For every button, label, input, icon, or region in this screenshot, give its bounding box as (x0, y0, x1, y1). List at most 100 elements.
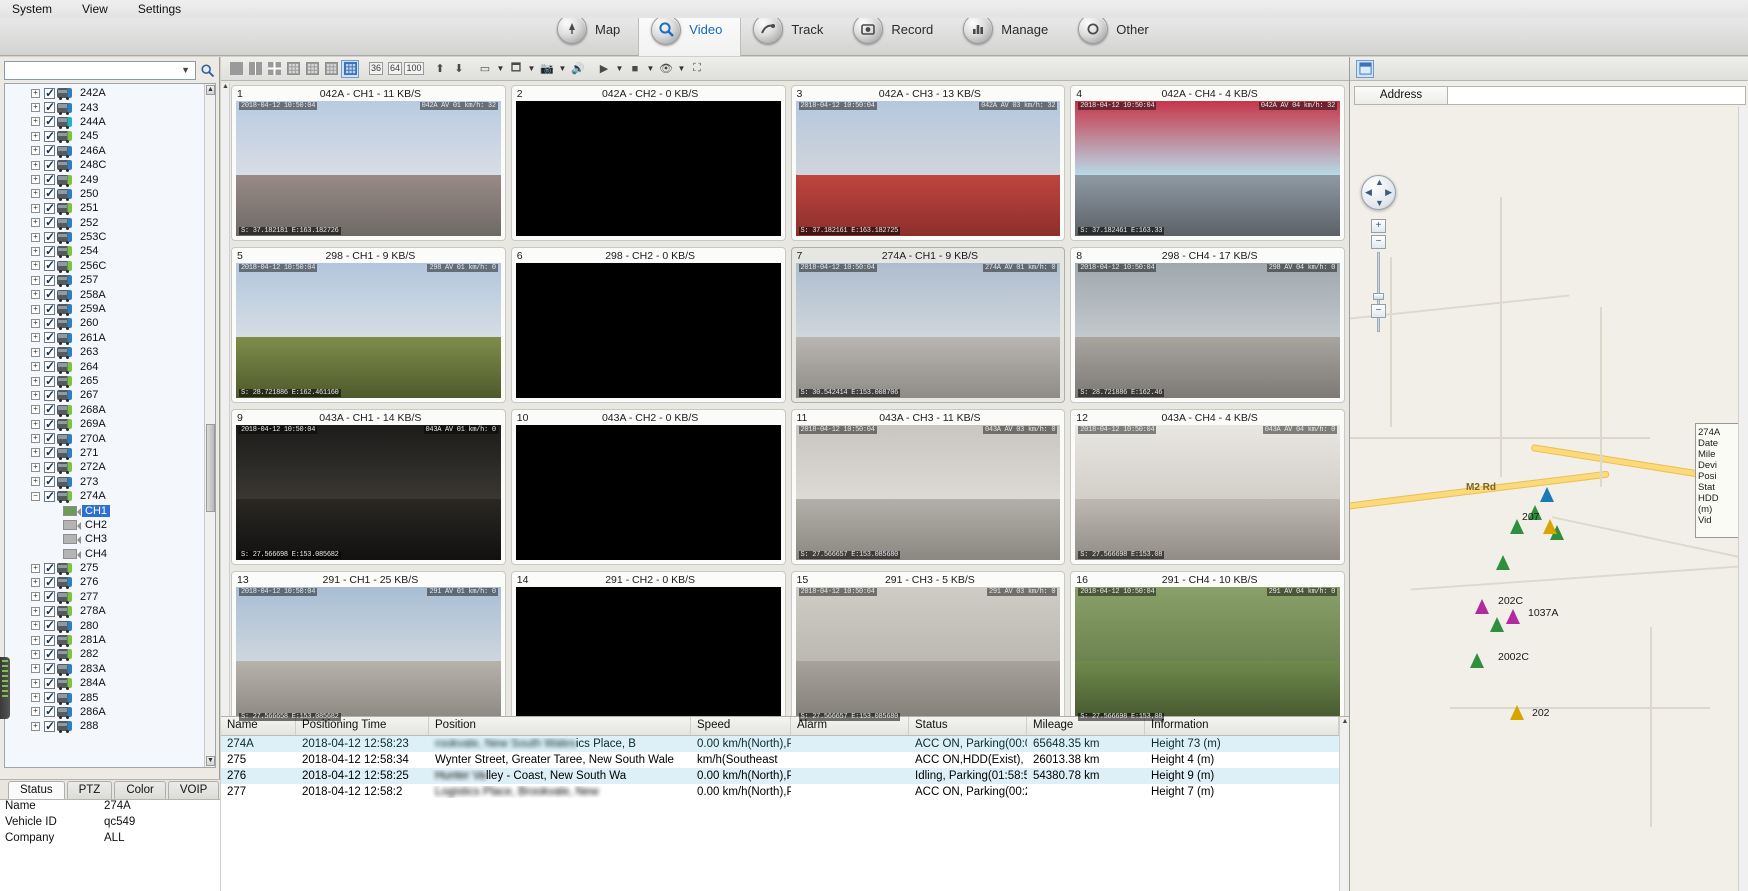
tree-vehicle-256c[interactable]: +256C (5, 258, 215, 273)
tree-checkbox[interactable] (44, 244, 55, 258)
layout-16-button[interactable] (341, 59, 359, 78)
tree-checkbox[interactable] (44, 704, 55, 718)
stream-select-button[interactable]: 🗖 (507, 60, 525, 78)
layout-9-button[interactable] (322, 60, 340, 78)
expand-icon[interactable]: + (31, 419, 40, 429)
zoom-reset-button[interactable]: − (1371, 235, 1386, 249)
layout-100-button[interactable]: 100 (404, 60, 424, 78)
tab-voip[interactable]: VOIP (167, 781, 220, 799)
expand-icon[interactable]: + (31, 376, 40, 386)
tab-status[interactable]: Status (8, 781, 65, 799)
map-vehicle-marker[interactable] (1543, 519, 1557, 534)
tree-vehicle-286a[interactable]: +286A (5, 704, 215, 719)
video-cell-body[interactable]: 2018-04-12 10:50:04 298 AV 04 km/h: 0 S: 2… (1075, 263, 1340, 398)
table-scrollbar[interactable]: ▲ (1339, 717, 1349, 891)
collapse-icon[interactable]: − (31, 491, 40, 501)
expand-icon[interactable]: + (31, 678, 40, 688)
tree-vehicle-267[interactable]: +267 (5, 388, 215, 403)
video-cell-6[interactable]: 6 298 - CH2 - 0 KB/S (510, 247, 786, 403)
video-cell-body[interactable] (515, 263, 781, 398)
expand-icon[interactable]: + (31, 189, 40, 199)
video-cell-body[interactable]: 2018-04-12 10:50:04 043A AV 04 km/h: 0 S: … (1075, 425, 1340, 560)
tree-checkbox[interactable] (44, 431, 55, 445)
tree-checkbox[interactable] (44, 302, 55, 316)
video-cell-body[interactable]: 2018-04-12 10:50:04 291 AV 03 km/h: 0 S: 2… (795, 587, 1061, 722)
video-cell-8[interactable]: 8 298 - CH4 - 17 KB/S 2018-04-12 10:50:04 2… (1070, 247, 1345, 403)
tree-vehicle-260[interactable]: +260 (5, 316, 215, 331)
expand-icon[interactable]: + (31, 103, 40, 113)
video-cell-body[interactable] (515, 425, 781, 560)
tree-checkbox[interactable] (44, 230, 55, 244)
tree-vehicle-246a[interactable]: +246A (5, 143, 215, 158)
tree-vehicle-258a[interactable]: +258A (5, 287, 215, 302)
stream-select-dropdown-icon[interactable]: ▼ (526, 60, 537, 78)
tree-checkbox[interactable] (44, 316, 55, 330)
stop-button[interactable]: ■ (626, 60, 644, 78)
tree-checkbox[interactable] (44, 589, 55, 603)
video-cell-body[interactable]: 2018-04-12 10:50:04 042A AV 03 km/h: 32 S:… (795, 101, 1061, 236)
page-down-button[interactable]: ⬇ (450, 60, 468, 78)
tree-vehicle-252[interactable]: +252 (5, 215, 215, 230)
tree-checkbox[interactable] (44, 575, 55, 589)
stop-dropdown-icon[interactable]: ▼ (645, 60, 656, 78)
table-row[interactable]: 274A 2018-04-12 12:58:23 rookvale, New Sou… (221, 736, 1349, 752)
expand-icon[interactable]: + (31, 146, 40, 156)
tree-vehicle-270a[interactable]: +270A (5, 431, 215, 446)
tree-checkbox[interactable] (44, 143, 55, 157)
tree-vehicle-274a[interactable]: − 274A (5, 489, 215, 504)
map-vehicle-marker[interactable] (1475, 599, 1489, 614)
video-cell-10[interactable]: 10 043A - CH2 - 0 KB/S (510, 409, 786, 565)
video-cell-body[interactable]: 2018-04-12 10:50:04 291 AV 04 km/h: 0 S: 2… (1075, 587, 1340, 722)
layout-8-button[interactable] (303, 60, 321, 78)
map-vehicle-marker[interactable] (1540, 487, 1554, 502)
tree-vehicle-268a[interactable]: +268A (5, 402, 215, 417)
tree-vehicle-273[interactable]: +273 (5, 474, 215, 489)
tree-vehicle-248c[interactable]: +248C (5, 158, 215, 173)
tree-vehicle-242a[interactable]: +242A (5, 86, 215, 101)
expand-icon[interactable]: + (31, 333, 40, 343)
tree-checkbox[interactable] (44, 100, 55, 114)
view-button[interactable]: 👁 (657, 60, 675, 78)
tree-checkbox[interactable] (44, 676, 55, 690)
tree-checkbox[interactable] (44, 604, 55, 618)
expand-icon[interactable]: + (31, 707, 40, 717)
vehicle-search-box[interactable]: ▼ (4, 60, 196, 80)
expand-icon[interactable]: + (31, 563, 40, 573)
video-cell-3[interactable]: 3 042A - CH3 - 13 KB/S 2018-04-12 10:50:04… (790, 85, 1066, 241)
expand-icon[interactable]: + (31, 448, 40, 458)
video-cell-12[interactable]: 12 043A - CH4 - 4 KB/S 2018-04-12 10:50:04… (1070, 409, 1345, 565)
expand-icon[interactable]: + (31, 117, 40, 127)
tree-vehicle-288[interactable]: +288 (5, 719, 215, 734)
tree-checkbox[interactable] (44, 330, 55, 344)
tree-vehicle-254[interactable]: +254 (5, 244, 215, 259)
expand-icon[interactable]: + (31, 621, 40, 631)
video-cell-body[interactable]: 2018-04-12 10:50:04 274A AV 01 km/h: 0 S: … (795, 263, 1061, 398)
window-mode-dropdown-icon[interactable]: ▼ (495, 60, 506, 78)
video-cell-16[interactable]: 16 291 - CH4 - 10 KB/S 2018-04-12 10:50:04… (1070, 571, 1345, 727)
expand-icon[interactable]: + (31, 635, 40, 645)
expand-icon[interactable]: + (31, 304, 40, 314)
expand-icon[interactable]: + (31, 261, 40, 271)
expand-icon[interactable]: + (31, 131, 40, 141)
play-button[interactable]: ▶ (595, 60, 613, 78)
tree-vehicle-257[interactable]: +257 (5, 273, 215, 288)
zoom-in-button[interactable]: + (1371, 219, 1386, 233)
expand-icon[interactable]: + (31, 160, 40, 170)
video-cell-4[interactable]: 4 042A - CH4 - 4 KB/S 2018-04-12 10:50:04 0… (1070, 85, 1345, 241)
tree-vehicle-251[interactable]: +251 (5, 201, 215, 216)
tree-vehicle-278a[interactable]: +278A (5, 604, 215, 619)
video-cell-body[interactable]: 2018-04-12 10:50:04 291 AV 01 km/h: 0 S: 2… (236, 587, 501, 722)
tree-checkbox[interactable] (44, 661, 55, 675)
zoom-out-button[interactable]: − (1371, 304, 1386, 318)
expand-icon[interactable]: + (31, 232, 40, 242)
fullscreen-button[interactable]: ⛶ (688, 60, 706, 78)
map-vehicle-marker[interactable] (1510, 705, 1524, 720)
window-mode-button[interactable]: ▭ (476, 60, 494, 78)
tree-checkbox[interactable] (44, 114, 55, 128)
tree-vehicle-259a[interactable]: +259A (5, 302, 215, 317)
expand-icon[interactable]: + (31, 606, 40, 616)
expand-icon[interactable]: + (31, 664, 40, 674)
tree-vehicle-277[interactable]: +277 (5, 589, 215, 604)
video-cell-9[interactable]: 9 043A - CH1 - 14 KB/S 2018-04-12 10:50:04… (231, 409, 506, 565)
tree-checkbox[interactable] (44, 445, 55, 459)
